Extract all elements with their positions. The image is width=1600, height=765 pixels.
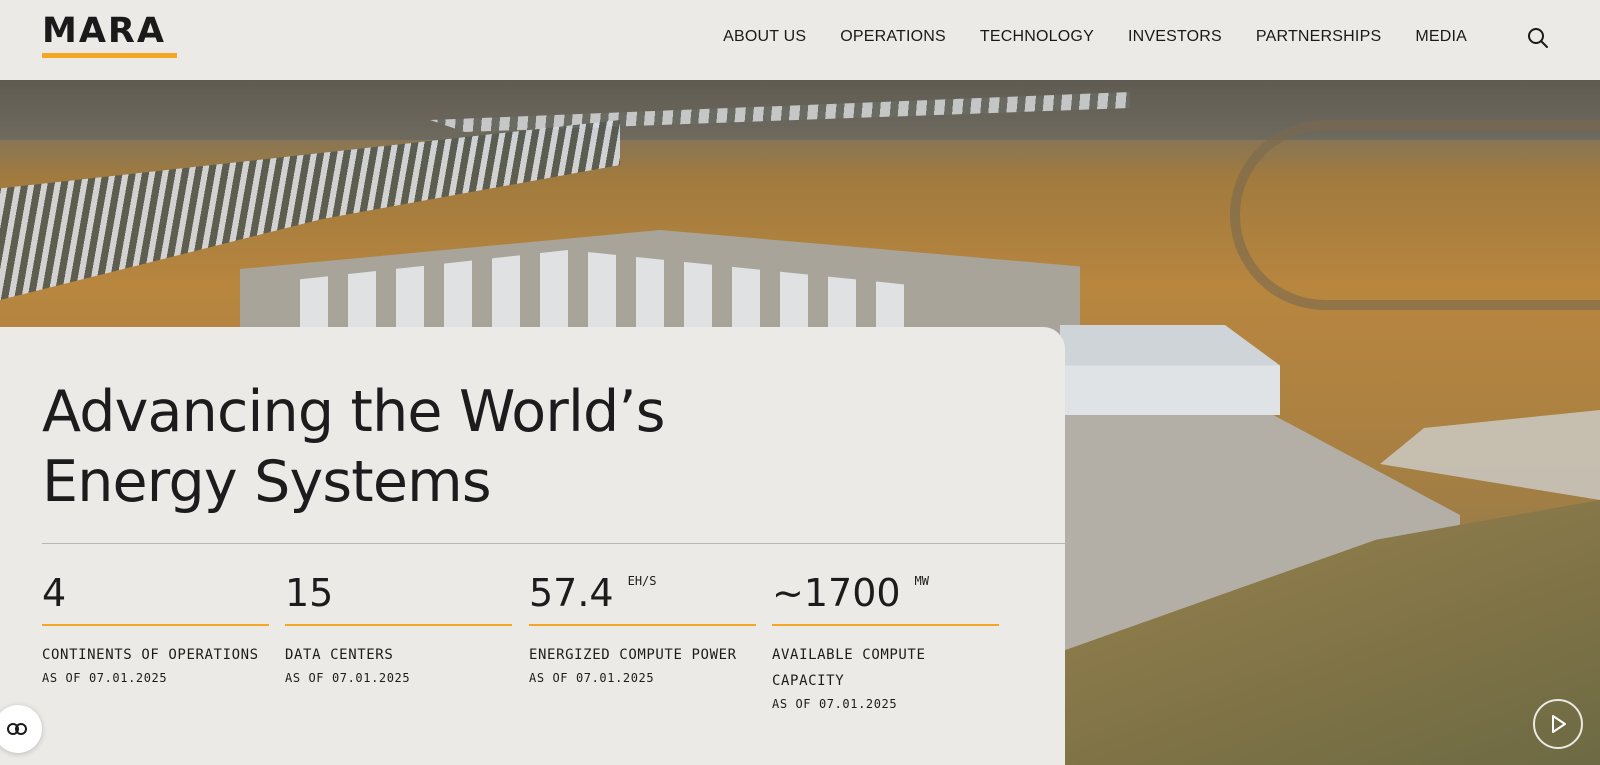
stat-unit: EH/S xyxy=(627,574,657,588)
play-icon[interactable] xyxy=(1533,699,1583,749)
nav-partnerships[interactable]: PARTNERSHIPS xyxy=(1256,28,1381,46)
divider xyxy=(42,543,1065,544)
stat-value: 57.4 xyxy=(529,571,614,615)
curved-road xyxy=(1230,120,1600,310)
nav-technology[interactable]: TECHNOLOGY xyxy=(980,28,1094,46)
stat-data-centers: 15 DATA CENTERS AS OF 07.01.2025 xyxy=(285,572,512,688)
mara-logo[interactable]: MARA xyxy=(42,14,177,58)
stat-compute-power: 57.4 EH/S ENERGIZED COMPUTE POWER AS OF 0… xyxy=(529,572,756,688)
warehouse-building xyxy=(1060,325,1280,415)
stat-date: AS OF 07.01.2025 xyxy=(285,671,411,685)
logo-text: MARA xyxy=(42,11,166,51)
hero-headline: Advancing the World’s Energy Systems xyxy=(42,377,842,517)
logo-underline xyxy=(42,53,177,58)
stat-value: 4 xyxy=(42,571,67,615)
stat-continents: 4 CONTINENTS OF OPERATIONS AS OF 07.01.2… xyxy=(42,572,269,688)
nav-operations[interactable]: OPERATIONS xyxy=(840,28,946,46)
access-road xyxy=(1380,410,1600,500)
stat-label: AVAILABLE COMPUTE CAPACITY xyxy=(772,647,926,689)
search-icon[interactable] xyxy=(1526,26,1550,50)
stat-compute-capacity: ~1700 MW AVAILABLE COMPUTE CAPACITY AS OF… xyxy=(772,572,999,714)
stat-label: DATA CENTERS xyxy=(285,647,394,663)
stat-rule xyxy=(42,624,269,626)
headline-line-1: Advancing the World’s xyxy=(42,379,665,445)
hero-content-card: Advancing the World’s Energy Systems 4 C… xyxy=(0,327,1065,765)
nav-about-us[interactable]: ABOUT US xyxy=(723,28,806,46)
stat-date: AS OF 07.01.2025 xyxy=(529,671,655,685)
stat-rule xyxy=(529,624,756,626)
headline-line-2: Energy Systems xyxy=(42,449,492,515)
stat-rule xyxy=(772,624,999,626)
nav-investors[interactable]: INVESTORS xyxy=(1128,28,1222,46)
nav-media[interactable]: MEDIA xyxy=(1415,28,1467,46)
stat-unit: MW xyxy=(914,574,929,588)
main-nav: ABOUT US OPERATIONS TECHNOLOGY INVESTORS… xyxy=(723,28,1467,46)
stat-date: AS OF 07.01.2025 xyxy=(42,671,168,685)
stat-label: CONTINENTS OF OPERATIONS xyxy=(42,647,259,663)
site-header: MARA ABOUT US OPERATIONS TECHNOLOGY INVE… xyxy=(0,0,1600,80)
stat-value: ~1700 xyxy=(772,571,901,615)
stat-date: AS OF 07.01.2025 xyxy=(772,697,898,711)
stat-label: ENERGIZED COMPUTE POWER xyxy=(529,647,737,663)
stat-rule xyxy=(285,624,512,626)
stat-value: 15 xyxy=(285,571,334,615)
